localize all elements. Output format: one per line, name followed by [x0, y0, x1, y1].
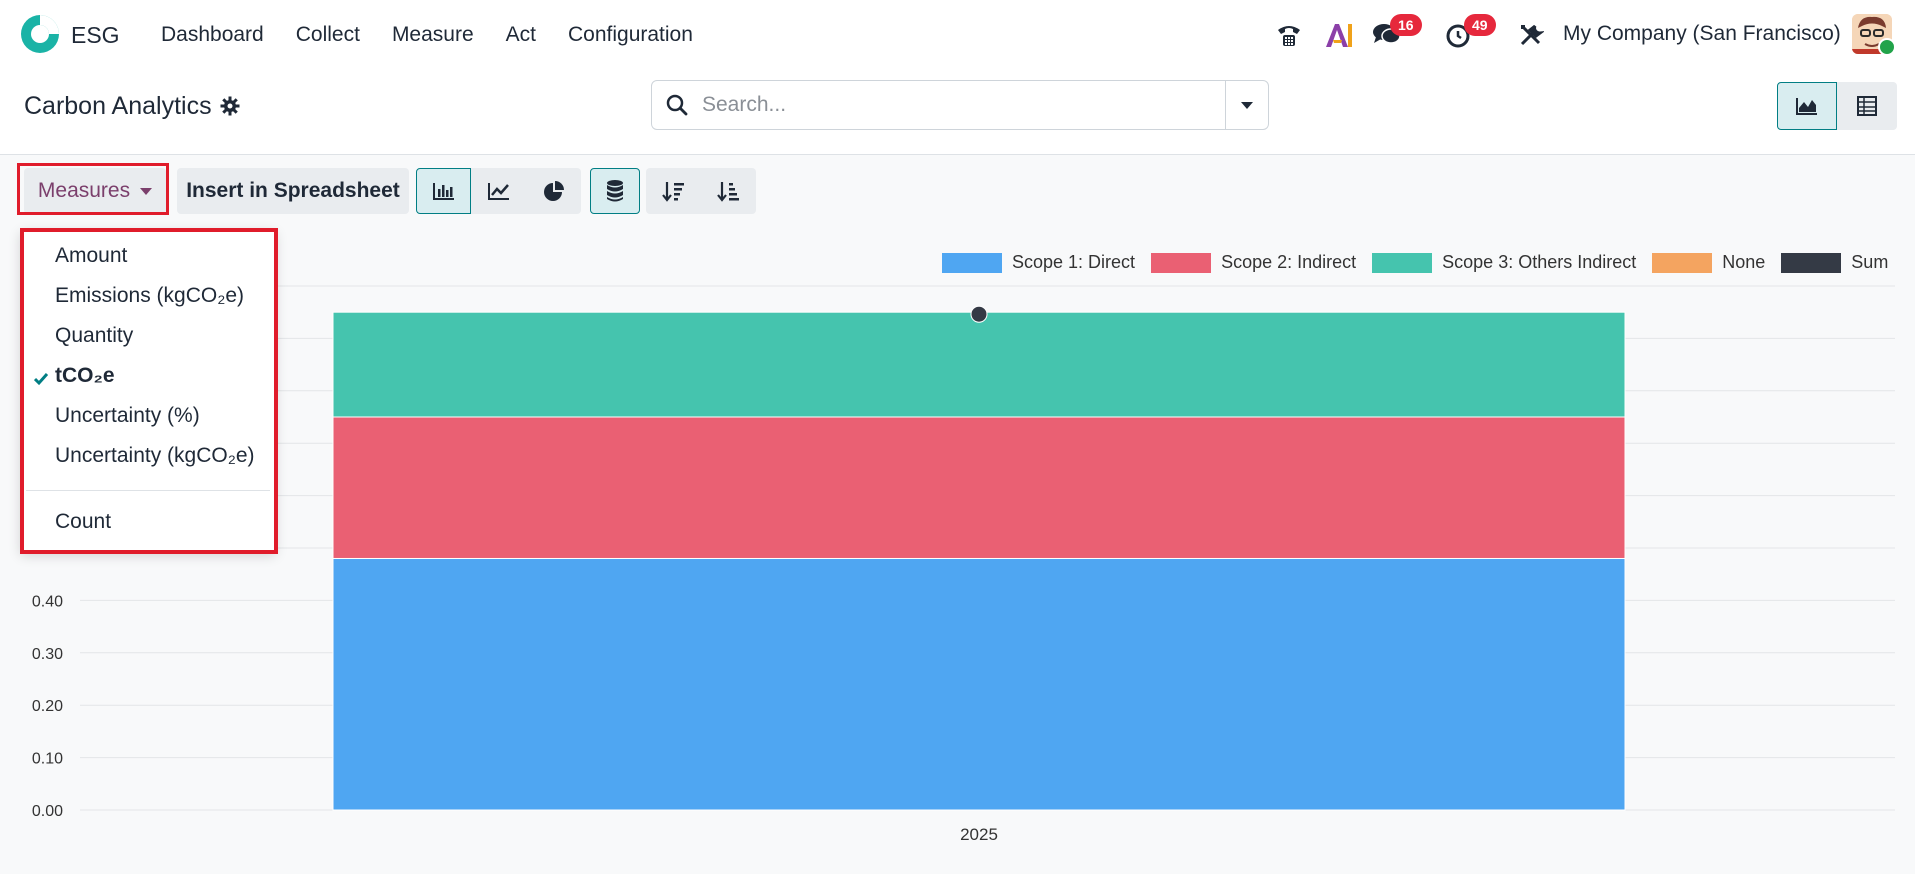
legend-swatch: [1781, 252, 1842, 273]
sum-point[interactable]: [970, 305, 988, 323]
measure-option-uncertainty-percent[interactable]: Uncertainty (%): [20, 396, 276, 436]
measure-option-uncertainty-kg[interactable]: Uncertainty (kgCO₂e): [20, 436, 276, 476]
legend-item-scope2[interactable]: Scope 2: Indirect: [1151, 252, 1356, 273]
legend-swatch: [1652, 252, 1713, 273]
tools-icon[interactable]: [1514, 18, 1548, 52]
legend-item-scope3[interactable]: Scope 3: Others Indirect: [1372, 252, 1636, 273]
measure-option-emissions[interactable]: Emissions (kgCO₂e): [20, 276, 276, 316]
menu-configuration[interactable]: Configuration: [552, 23, 709, 47]
legend-swatch: [942, 252, 1002, 273]
measure-option-quantity[interactable]: Quantity: [20, 316, 276, 356]
search-bar: [651, 80, 1269, 130]
menu-dashboard[interactable]: Dashboard: [145, 23, 280, 47]
legend-item-none[interactable]: None: [1652, 252, 1765, 273]
search-input[interactable]: [700, 89, 1204, 121]
legend-label: None: [1722, 252, 1766, 272]
table-icon: [1857, 96, 1877, 116]
top-navbar: ESG Dashboard Collect Measure Act Config…: [0, 0, 1915, 70]
y-tick-label: 0.20: [32, 698, 63, 715]
legend-label: Scope 1: Direct: [1012, 252, 1136, 272]
page-title: Carbon Analytics: [24, 92, 212, 120]
y-tick-label: 0.10: [32, 751, 63, 768]
gear-icon[interactable]: [220, 96, 240, 121]
graph-view-button[interactable]: [1777, 82, 1837, 130]
legend-label: Sum: [1851, 252, 1889, 272]
measure-option-label: tCO₂e: [55, 364, 115, 387]
chart-legend: Scope 1: Direct Scope 2: Indirect Scope …: [942, 252, 1888, 273]
phone-icon[interactable]: [1272, 18, 1306, 52]
measure-option-amount[interactable]: Amount: [20, 236, 276, 276]
legend-item-sum[interactable]: Sum: [1781, 252, 1888, 273]
ai-icon[interactable]: [1322, 18, 1356, 52]
search-icon: [666, 94, 688, 121]
dropdown-divider: [26, 490, 270, 491]
measure-option-count[interactable]: Count: [20, 502, 276, 542]
caret-down-icon: [1241, 101, 1253, 109]
measures-dropdown: Amount Emissions (kgCO₂e) Quantity tCO₂e…: [20, 228, 276, 552]
bar-segment[interactable]: [332, 416, 1626, 559]
y-tick-label: 0.30: [32, 646, 63, 663]
pivot-view-button[interactable]: [1837, 82, 1897, 130]
company-switcher[interactable]: My Company (San Francisco): [1563, 22, 1841, 46]
search-options-toggle[interactable]: [1225, 81, 1268, 129]
legend-item-scope1[interactable]: Scope 1: Direct: [942, 252, 1135, 273]
menu-measure[interactable]: Measure: [376, 23, 490, 47]
bar-segment[interactable]: [332, 557, 1626, 811]
app-name[interactable]: ESG: [71, 22, 120, 49]
menu-collect[interactable]: Collect: [280, 23, 376, 47]
messages-badge: 16: [1390, 14, 1422, 36]
y-tick-label: 0.40: [32, 593, 63, 610]
legend-swatch: [1372, 252, 1433, 273]
area-chart-icon: [1796, 98, 1817, 115]
legend-label: Scope 2: Indirect: [1221, 252, 1357, 272]
esg-logo-icon[interactable]: [20, 14, 60, 54]
menu-act[interactable]: Act: [490, 23, 552, 47]
legend-swatch: [1151, 252, 1212, 273]
online-status-dot: [1878, 38, 1896, 56]
x-tick-label: 2025: [960, 825, 998, 844]
control-panel: Carbon Analytics: [0, 70, 1915, 155]
y-tick-label: 0.00: [32, 803, 63, 820]
measure-option-tco2e[interactable]: tCO₂e: [20, 356, 276, 396]
check-icon: [33, 368, 49, 392]
activities-badge: 49: [1464, 14, 1496, 36]
main-menu: Dashboard Collect Measure Act Configurat…: [145, 0, 709, 70]
view-switcher: [1777, 82, 1897, 130]
bar-segment[interactable]: [332, 311, 1626, 418]
legend-label: Scope 3: Others Indirect: [1442, 252, 1637, 272]
